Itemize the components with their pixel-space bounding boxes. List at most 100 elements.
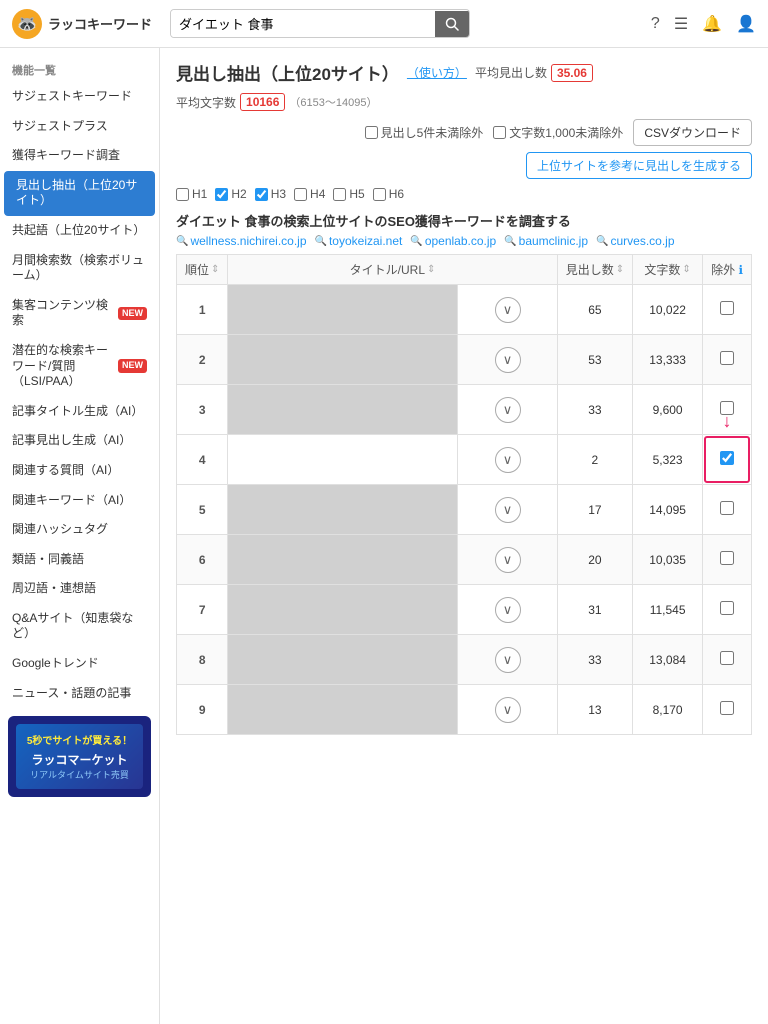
arrow-down-indicator: ↓: [723, 411, 732, 432]
expand-cell: ∨: [458, 385, 557, 435]
logo-area: 🦝 ラッコキーワード: [12, 9, 152, 39]
rank-cell: 7: [177, 585, 228, 635]
h6-filter[interactable]: H6: [373, 187, 404, 201]
generate-headings-button[interactable]: 上位サイトを参考に見出しを生成する: [526, 152, 752, 179]
sidebar-item-related-keywords-ai[interactable]: 関連キーワード（AI）: [0, 486, 159, 516]
char-count-cell: 14,095: [633, 485, 703, 535]
exclude-checkbox[interactable]: [720, 351, 734, 365]
sidebar-item-hashtags[interactable]: 関連ハッシュタグ: [0, 515, 159, 545]
sidebar-item-article-title-ai[interactable]: 記事タイトル生成（AI）: [0, 397, 159, 427]
exclude-checkbox[interactable]: [720, 601, 734, 615]
seo-link-3[interactable]: openlab.co.jp: [410, 234, 496, 248]
expand-button[interactable]: ∨: [495, 397, 521, 423]
exclude-checkbox[interactable]: [720, 301, 734, 315]
rank-cell: 9: [177, 685, 228, 735]
exclude-checkbox[interactable]: [720, 551, 734, 565]
headings-count-cell: 2: [557, 435, 632, 485]
headings-count-cell: 33: [557, 635, 632, 685]
csv-download-button[interactable]: CSVダウンロード: [633, 119, 752, 146]
h3-checkbox[interactable]: [255, 188, 268, 201]
h4-checkbox[interactable]: [294, 188, 307, 201]
expand-cell: ∨: [458, 535, 557, 585]
sidebar-banner[interactable]: 5秒でサイトが買える！ ラッコマーケット リアルタイムサイト売買: [8, 716, 151, 797]
sort-rank[interactable]: 順位: [185, 261, 219, 278]
sort-chars[interactable]: 文字数: [641, 261, 694, 278]
badge-new-content-search: NEW: [118, 307, 147, 321]
seo-link-5[interactable]: curves.co.jp: [596, 234, 674, 248]
h5-filter[interactable]: H5: [333, 187, 364, 201]
th-rank: 順位: [177, 255, 228, 285]
seo-info-bar: ダイエット 食事の検索上位サイトのSEO獲得キーワードを調査する wellnes…: [176, 211, 752, 248]
expand-button[interactable]: ∨: [495, 547, 521, 573]
sidebar-item-qa-site[interactable]: Q&Aサイト（知恵袋など）: [0, 604, 159, 649]
sidebar-item-synonyms[interactable]: 類語・同義語: [0, 545, 159, 575]
checkbox-headings[interactable]: [365, 126, 378, 139]
seo-link-2[interactable]: toyokeizai.net: [315, 234, 403, 248]
headings-count-cell: 53: [557, 335, 632, 385]
seo-link-1[interactable]: wellness.nichirei.co.jp: [176, 234, 307, 248]
sidebar: 機能一覧 サジェストキーワード サジェストプラス 獲得キーワード調査 見出し抽出…: [0, 48, 160, 1024]
seo-links: wellness.nichirei.co.jp toyokeizai.net o…: [176, 234, 752, 248]
title-cell: [228, 585, 458, 635]
top-bar: 🦝 ラッコキーワード ? ☰ 🔔 👤: [0, 0, 768, 48]
sort-headings[interactable]: 見出し数: [566, 261, 624, 278]
bell-icon[interactable]: 🔔: [702, 14, 722, 34]
filter-checkbox-chars[interactable]: 文字数1,000未満除外: [493, 124, 623, 141]
sidebar-item-suggest-keyword[interactable]: サジェストキーワード: [0, 82, 159, 112]
expand-cell: ∨: [458, 585, 557, 635]
exclude-checkbox[interactable]: [720, 651, 734, 665]
expand-button[interactable]: ∨: [495, 297, 521, 323]
sidebar-item-cooccurrence[interactable]: 共起語（上位20サイト）: [0, 216, 159, 246]
sidebar-item-article-heading-ai[interactable]: 記事見出し生成（AI）: [0, 426, 159, 456]
sidebar-item-peripheral-words[interactable]: 周辺語・連想語: [0, 574, 159, 604]
sidebar-item-latent-keywords[interactable]: 潜在的な検索キーワード/質問（LSI/PAA） NEW: [0, 336, 159, 397]
exclude-checkbox-highlighted[interactable]: [720, 451, 734, 465]
expand-button[interactable]: ∨: [495, 447, 521, 473]
h6-checkbox[interactable]: [373, 188, 386, 201]
sidebar-item-content-search[interactable]: 集客コンテンツ検索 NEW: [0, 291, 159, 336]
table-row: 3∨339,600: [177, 385, 752, 435]
exclude-checkbox[interactable]: [720, 701, 734, 715]
sidebar-item-heading-extract[interactable]: 見出し抽出（上位20サイト）: [4, 171, 155, 216]
expand-button[interactable]: ∨: [495, 497, 521, 523]
expand-button[interactable]: ∨: [495, 697, 521, 723]
expand-button[interactable]: ∨: [495, 647, 521, 673]
checkbox-chars[interactable]: [493, 126, 506, 139]
sidebar-item-monthly-search[interactable]: 月間検索数（検索ボリューム）: [0, 246, 159, 291]
user-icon[interactable]: 👤: [736, 14, 756, 34]
h2-checkbox[interactable]: [215, 188, 228, 201]
usage-link[interactable]: （使い方）: [407, 64, 467, 81]
sidebar-item-suggest-plus[interactable]: サジェストプラス: [0, 112, 159, 142]
filter-checkbox-headings[interactable]: 見出し5件未満除外: [365, 124, 484, 141]
exclude-help-icon[interactable]: ℹ: [738, 263, 743, 277]
search-button[interactable]: [435, 11, 469, 37]
h1-filter[interactable]: H1: [176, 187, 207, 201]
h5-checkbox[interactable]: [333, 188, 346, 201]
menu-icon[interactable]: ☰: [674, 14, 688, 34]
sidebar-item-google-trends[interactable]: Googleトレンド: [0, 649, 159, 679]
h2-filter[interactable]: H2: [215, 187, 246, 201]
expand-button[interactable]: ∨: [495, 597, 521, 623]
sidebar-item-news[interactable]: ニュース・話題の記事: [0, 679, 159, 709]
rank-cell: 8: [177, 635, 228, 685]
search-input[interactable]: [171, 10, 435, 37]
char-count-cell: 11,545: [633, 585, 703, 635]
rank-cell: 5: [177, 485, 228, 535]
avg-headings-value: 35.06: [551, 64, 593, 82]
exclude-cell: [703, 485, 752, 535]
expand-cell: ∨: [458, 485, 557, 535]
h4-filter[interactable]: H4: [294, 187, 325, 201]
th-headings-count: 見出し数: [557, 255, 632, 285]
sidebar-item-related-questions-ai[interactable]: 関連する質問（AI）: [0, 456, 159, 486]
expand-cell: ∨: [458, 435, 557, 485]
help-icon[interactable]: ?: [651, 15, 660, 33]
sort-title[interactable]: タイトル/URL: [236, 261, 548, 278]
table-row: 2∨5313,333: [177, 335, 752, 385]
h1-checkbox[interactable]: [176, 188, 189, 201]
h3-filter[interactable]: H3: [255, 187, 286, 201]
seo-link-4[interactable]: baumclinic.jp: [504, 234, 588, 248]
title-cell: [228, 285, 458, 335]
sidebar-item-acquired-keywords[interactable]: 獲得キーワード調査: [0, 141, 159, 171]
expand-button[interactable]: ∨: [495, 347, 521, 373]
exclude-checkbox[interactable]: [720, 501, 734, 515]
